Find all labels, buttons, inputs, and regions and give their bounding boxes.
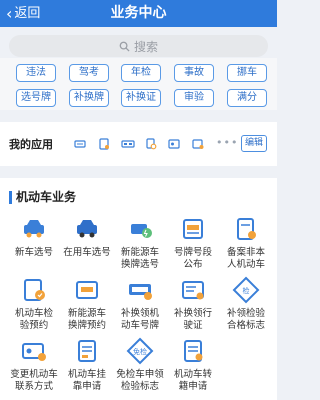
service-plate-range[interactable]: 号牌号段 公布 [163, 214, 223, 271]
transfer-doc-icon [184, 340, 203, 362]
tag-accident[interactable]: 事故 [174, 64, 214, 82]
exempt-mark-icon: 免检 [126, 337, 154, 365]
tag-choose-plate[interactable]: 选号牌 [16, 89, 56, 107]
service-inspection-mark[interactable]: 检 补领检验 合格标志 [216, 275, 276, 332]
edit-button[interactable]: 编辑 [241, 135, 267, 152]
service-contact-change[interactable]: 变更机动车 联系方式 [4, 336, 64, 393]
service-filing[interactable]: 备案非本 人机动车 [216, 214, 276, 271]
service-label: 新能源车 换牌选号 [120, 247, 159, 270]
contact-change-icon [22, 343, 46, 361]
service-ev-plate-number[interactable]: 新能源车 换牌选号 [110, 214, 170, 271]
inspection-mark-icon: 检 [232, 276, 260, 304]
affiliation-doc-icon [78, 340, 96, 362]
inspection-booking-icon [24, 279, 45, 301]
id-card-icon[interactable] [168, 138, 180, 150]
plate-range-icon [183, 219, 203, 239]
top-bar: ‹ 返回 业务中心 [0, 0, 277, 27]
vehicle-business-panel: 机动车业务 新车选号 在用车选号 新能源车 换牌选号 号牌号段 公布 备案非本 … [0, 178, 277, 400]
service-label: 号牌号段 公布 [173, 247, 212, 270]
car-in-use-icon [77, 220, 97, 238]
vehicle-doc-icon[interactable] [98, 138, 110, 150]
service-label: 新能源车 换牌预约 [67, 308, 106, 331]
service-label: 补领检验 合格标志 [226, 308, 265, 331]
service-replace-plate[interactable]: 补换领机 动车号牌 [110, 275, 170, 332]
ev-plate-icon [131, 224, 152, 238]
page-title: 业务中心 [110, 5, 167, 21]
service-label: 新车选号 [14, 247, 53, 258]
tag-driving-test[interactable]: 驾考 [69, 64, 109, 82]
tag-replace-plate[interactable]: 补换牌 [69, 89, 109, 107]
tag-violation[interactable]: 违法 [16, 64, 56, 82]
search-icon [119, 41, 130, 52]
service-label: 补换领机 动车号牌 [120, 308, 159, 331]
svg-text:免检: 免检 [133, 347, 147, 356]
tag-annual-inspection[interactable]: 年检 [121, 64, 161, 82]
service-transfer[interactable]: 机动车转 籍申请 [163, 336, 223, 393]
license-plate-icon[interactable] [74, 138, 86, 150]
service-inspection-booking[interactable]: 机动车检 验预约 [4, 275, 64, 332]
service-label: 机动车检 验预约 [14, 308, 53, 331]
service-label: 在用车选号 [63, 247, 111, 258]
ev-booking-icon [76, 281, 98, 299]
section-marker [9, 191, 12, 204]
tag-move-car[interactable]: 挪车 [227, 64, 267, 82]
quick-tags: 违法 驾考 年检 事故 挪车 选号牌 补换牌 补换证 审验 满分 [0, 58, 277, 110]
service-new-car-number[interactable]: 新车选号 [4, 214, 64, 259]
svg-text:检: 检 [243, 286, 250, 295]
tag-review[interactable]: 审验 [174, 89, 214, 107]
id-card-add-icon[interactable] [192, 138, 204, 150]
service-replace-license[interactable]: 补换领行 驶证 [163, 275, 223, 332]
filing-doc-icon [237, 218, 256, 240]
service-exempt-mark[interactable]: 免检 免检车申领 检验标志 [110, 336, 170, 393]
service-label: 备案非本 人机动车 [226, 247, 265, 270]
search-placeholder: 搜索 [133, 39, 158, 54]
section-title: 机动车业务 [16, 190, 77, 204]
tag-full-points[interactable]: 满分 [227, 89, 267, 107]
service-label: 机动车挂 靠申请 [67, 369, 106, 392]
plate-number-icon[interactable] [121, 138, 135, 150]
service-used-car-number[interactable]: 在用车选号 [57, 214, 117, 259]
search-input[interactable]: 搜索 [9, 35, 268, 57]
service-label: 免检车申领 检验标志 [116, 369, 164, 392]
replace-plate-icon [129, 284, 152, 300]
more-apps-icon[interactable]: ••• [216, 136, 238, 149]
my-apps-label: 我的应用 [9, 138, 53, 151]
tag-replace-license[interactable]: 补换证 [121, 89, 161, 107]
service-ev-booking[interactable]: 新能源车 换牌预约 [57, 275, 117, 332]
my-apps-panel: 我的应用 ••• 编辑 [0, 122, 277, 166]
service-label: 补换领行 驶证 [173, 308, 212, 331]
document-stamp-icon[interactable] [145, 138, 157, 150]
service-label: 变更机动车 联系方式 [10, 369, 58, 392]
service-affiliation[interactable]: 机动车挂 靠申请 [57, 336, 117, 393]
replace-license-icon [182, 281, 204, 300]
service-label: 机动车转 籍申请 [173, 369, 212, 392]
new-car-icon [24, 220, 44, 238]
